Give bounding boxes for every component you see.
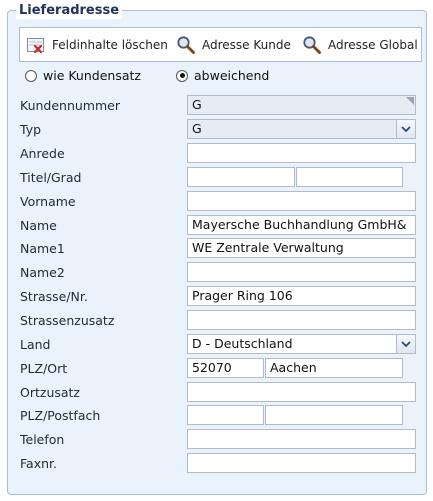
title-input[interactable] [187, 167, 295, 187]
name1-value: WE Zentrale Verwaltung [192, 240, 344, 255]
label-typ: Typ [20, 122, 42, 137]
street-value: Prager Ring 106 [192, 288, 293, 303]
postal-code-input[interactable]: 52070 [187, 358, 264, 378]
fax-input[interactable] [187, 453, 416, 473]
city-addition-input[interactable] [187, 382, 416, 402]
country-select[interactable]: D - Deutschland [187, 334, 416, 354]
section-title: Lieferadresse [16, 3, 123, 19]
street-input[interactable]: Prager Ring 106 [187, 286, 416, 306]
customer-number-value: G [192, 97, 202, 112]
label-land: Land [20, 337, 51, 352]
po-box-input[interactable] [265, 405, 403, 425]
radio-label: abweichend [194, 68, 270, 83]
label-kundennummer: Kundennummer [20, 98, 120, 113]
label-name: Name [20, 218, 57, 233]
label-plz-ort: PLZ/Ort [20, 361, 68, 376]
clear-form-icon [26, 35, 46, 55]
search-icon [302, 35, 322, 55]
name-input[interactable]: Mayersche Buchhandlung GmbH& [187, 215, 416, 235]
postal-code-value: 52070 [192, 360, 232, 375]
label-strassenzusatz: Strassenzusatz [20, 313, 115, 328]
label-ortszusatz: Ortzusatz [20, 385, 80, 400]
label-anrede: Anrede [20, 146, 65, 161]
label-telefon: Telefon [20, 432, 65, 447]
country-value: D - Deutschland [192, 336, 293, 351]
label-name1: Name1 [20, 241, 65, 256]
city-input[interactable]: Aachen [265, 358, 403, 378]
clear-fields-label: Feldinhalte löschen [52, 37, 168, 52]
city-value: Aachen [270, 360, 317, 375]
radio-same-as-customer[interactable]: wie Kundensatz [25, 68, 141, 83]
label-strasse: Strasse/Nr. [20, 289, 88, 304]
label-name2: Name2 [20, 265, 65, 280]
first-name-input[interactable] [187, 191, 416, 211]
toolbar: Feldinhalte löschen Adresse Kunde Adress… [19, 27, 422, 62]
radio-different[interactable]: abweichend [176, 68, 269, 83]
clear-fields-button[interactable]: Feldinhalte löschen [26, 28, 168, 61]
customer-number-field: G [187, 95, 416, 115]
readonly-corner-icon [406, 97, 414, 105]
name-value: Mayersche Buchhandlung GmbH& [192, 217, 407, 232]
radio-label: wie Kundensatz [43, 68, 141, 83]
global-address-button[interactable]: Adresse Global [302, 28, 418, 61]
type-value: G [192, 121, 202, 136]
chevron-down-icon[interactable] [396, 335, 415, 353]
customer-address-button[interactable]: Adresse Kunde [176, 28, 291, 61]
chevron-down-icon[interactable] [396, 120, 415, 138]
label-titel: Titel/Grad [20, 170, 82, 185]
po-box-postal-code-input[interactable] [187, 405, 264, 425]
name1-input[interactable]: WE Zentrale Verwaltung [187, 238, 416, 258]
label-fax: Faxnr. [20, 456, 57, 471]
label-plz-postfach: PLZ/Postfach [20, 408, 101, 423]
global-address-label: Adresse Global [328, 37, 418, 52]
radio-circle [25, 69, 37, 82]
label-vorname: Vorname [20, 194, 76, 209]
customer-address-label: Adresse Kunde [202, 37, 291, 52]
radio-circle [176, 69, 188, 82]
type-select[interactable]: G [187, 119, 416, 139]
search-icon [176, 35, 196, 55]
name2-input[interactable] [187, 262, 416, 282]
phone-input[interactable] [187, 429, 416, 449]
street-addition-input[interactable] [187, 310, 416, 330]
degree-input[interactable] [296, 167, 403, 187]
salutation-input[interactable] [187, 143, 416, 163]
